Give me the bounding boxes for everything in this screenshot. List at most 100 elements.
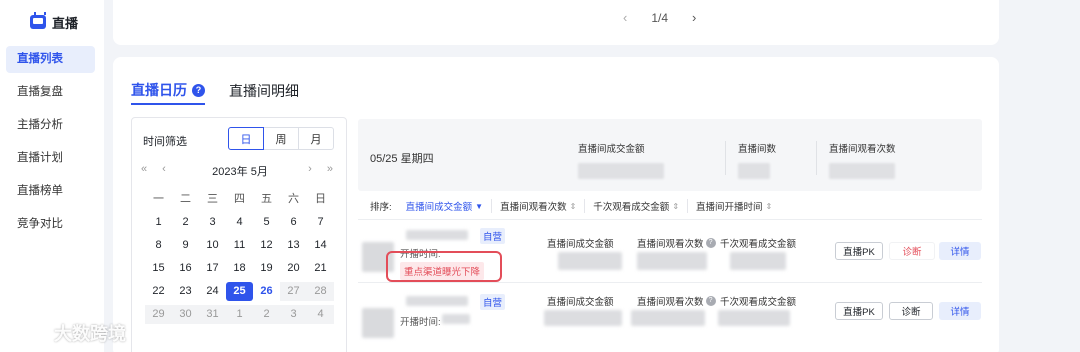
live-pk-button[interactable]: 直播PK	[835, 242, 883, 260]
calendar-week-row: 15 16 17 18 19 20 21	[145, 257, 335, 280]
diagnose-button[interactable]: 诊断	[889, 242, 935, 260]
sidebar-item-live-review[interactable]: 直播复盘	[6, 79, 95, 106]
calendar-day[interactable]: 7	[307, 213, 334, 232]
next-month-icon[interactable]: › »	[308, 163, 339, 175]
calendar-day[interactable]: 21	[307, 259, 334, 278]
sidebar-item-live-plan[interactable]: 直播计划	[6, 145, 95, 172]
calendar-day[interactable]: 28	[307, 282, 334, 301]
sidebar-item-live-ranking[interactable]: 直播榜单	[6, 178, 95, 205]
summary-views-value	[829, 163, 895, 179]
calendar-day[interactable]: 23	[172, 282, 199, 301]
weekday-label: 四	[234, 193, 245, 205]
tab-live-room-detail[interactable]: 直播间明细	[229, 77, 299, 105]
brand-label: 直播	[52, 15, 79, 31]
calendar-day[interactable]: 10	[199, 236, 226, 255]
page-indicator: 1/4	[651, 10, 669, 25]
summary-views-label: 直播间观看次数	[829, 144, 896, 155]
summary-gmv: 直播间成交金额	[578, 141, 668, 179]
weekday-row: 一二三四五六日	[145, 188, 335, 211]
mode-day-button[interactable]: 日	[228, 127, 264, 150]
sort-views[interactable]: 直播间观看次数 ⇕	[500, 199, 586, 213]
tab-live-calendar-label: 直播日历	[131, 82, 187, 98]
weekday-label: 一	[153, 193, 164, 205]
prev-page-icon[interactable]: ‹	[623, 10, 627, 25]
calendar-day[interactable]: 16	[172, 259, 199, 278]
calendar-day[interactable]: 18	[226, 259, 253, 278]
sidebar: 直播 直播列表 直播复盘 主播分析 直播计划 直播榜单 竞争对比	[0, 0, 104, 352]
tab-live-calendar[interactable]: 直播日历 ?	[131, 77, 205, 105]
brand: 直播	[30, 12, 78, 32]
top-card: ‹ 1/4 ›	[113, 0, 999, 45]
room-name[interactable]	[406, 230, 468, 240]
calendar-day[interactable]: 25	[226, 282, 253, 301]
calendar-day[interactable]: 1	[226, 305, 253, 324]
sidebar-item-live-list[interactable]: 直播列表	[6, 46, 95, 73]
sort-gpm[interactable]: 千次观看成交金额 ⇕	[593, 199, 689, 213]
calendar-day[interactable]: 9	[172, 236, 199, 255]
weekday-label: 日	[315, 193, 326, 205]
calendar-day[interactable]: 6	[280, 213, 307, 232]
calendar-day[interactable]: 2	[253, 305, 280, 324]
calendar-day[interactable]: 4	[307, 305, 334, 324]
metric-views-label: 直播间观看次数	[637, 239, 704, 250]
calendar-day[interactable]: 22	[145, 282, 172, 301]
sort-toggle-icon: ⇕	[672, 201, 680, 211]
divider	[358, 219, 982, 220]
sort-label: 排序:	[370, 202, 392, 213]
question-icon[interactable]: ?	[705, 238, 716, 248]
calendar-day[interactable]: 15	[145, 259, 172, 278]
question-icon[interactable]: ?	[705, 296, 716, 306]
calendar-day[interactable]: 13	[280, 236, 307, 255]
metric-views-value	[631, 310, 705, 326]
calendar-grid: 一二三四五六日 1 2 3 4 5 6 7 8 9 10 11 12 13 14 15 16 17 18 19 20 21…	[145, 188, 335, 326]
calendar-day[interactable]: 4	[226, 213, 253, 232]
next-page-icon[interactable]: ›	[692, 10, 696, 25]
diagnose-button[interactable]: 诊断	[889, 302, 933, 320]
open-time-label: 开播时间:	[400, 317, 441, 328]
calendar-day[interactable]: 1	[145, 213, 172, 232]
calendar-day[interactable]: 19	[253, 259, 280, 278]
mode-week-button[interactable]: 周	[263, 127, 299, 150]
calendar-day[interactable]: 11	[226, 236, 253, 255]
calendar-day[interactable]: 3	[280, 305, 307, 324]
calendar-nav: « ‹ 2023年 5月 › »	[141, 163, 339, 179]
detail-button[interactable]: 详情	[939, 302, 981, 320]
calendar-day[interactable]: 29	[145, 305, 172, 324]
watermark: 大数跨境	[8, 320, 126, 346]
room-thumbnail[interactable]	[362, 308, 394, 338]
room-name[interactable]	[406, 296, 468, 306]
calendar-day[interactable]: 2	[172, 213, 199, 232]
calendar-day[interactable]: 3	[199, 213, 226, 232]
day-summary: 05/25 星期四 直播间成交金额 直播间数 直播间观看次数	[358, 119, 982, 191]
calendar-day[interactable]: 12	[253, 236, 280, 255]
calendar-day[interactable]: 30	[172, 305, 199, 324]
sort-toggle-icon: ⇕	[765, 201, 773, 211]
open-time-value	[442, 314, 470, 324]
sort-desc-icon: ▼	[475, 201, 484, 211]
live-pk-button[interactable]: 直播PK	[835, 302, 883, 320]
sort-gpm-label: 千次观看成交金额	[593, 202, 670, 213]
sort-start-time[interactable]: 直播间开播时间 ⇕	[696, 199, 780, 214]
tv-icon	[30, 12, 46, 29]
summary-gmv-label: 直播间成交金额	[578, 144, 645, 155]
summary-gmv-value	[578, 163, 664, 179]
tabs: 直播日历 ? 直播间明细	[131, 77, 299, 105]
detail-button[interactable]: 详情	[939, 242, 981, 260]
help-icon[interactable]: ?	[192, 83, 205, 97]
calendar-day[interactable]: 26	[253, 282, 280, 301]
metric-gpm-label: 千次观看成交金额	[720, 239, 797, 250]
calendar-day[interactable]: 27	[280, 282, 307, 301]
calendar-day[interactable]: 31	[199, 305, 226, 324]
highlight-box	[386, 251, 502, 282]
sort-gmv[interactable]: 直播间成交金额 ▼	[406, 199, 493, 213]
calendar-day[interactable]: 24	[199, 282, 226, 301]
sidebar-item-anchor-analysis[interactable]: 主播分析	[6, 112, 95, 139]
calendar-day[interactable]: 14	[307, 236, 334, 255]
sidebar-item-competition[interactable]: 竞争对比	[6, 211, 95, 238]
calendar-day[interactable]: 17	[199, 259, 226, 278]
calendar-day[interactable]: 20	[280, 259, 307, 278]
mode-month-button[interactable]: 月	[298, 127, 334, 150]
calendar-week-row: 1234567	[145, 211, 335, 234]
calendar-day[interactable]: 5	[253, 213, 280, 232]
calendar-day[interactable]: 8	[145, 236, 172, 255]
